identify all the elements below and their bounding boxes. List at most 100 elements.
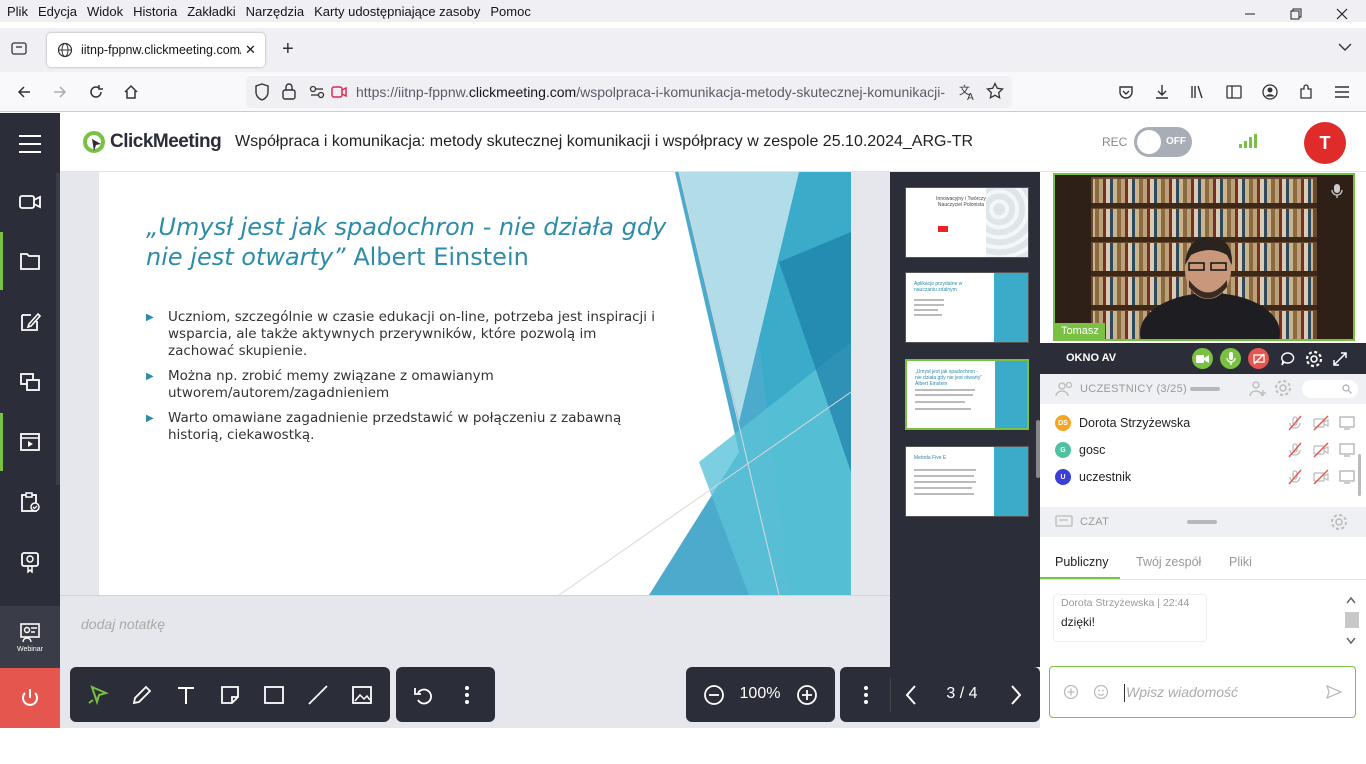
menu-help[interactable]: Pomoc [485, 4, 535, 19]
menu-history[interactable]: Historia [128, 4, 182, 19]
hamburger-icon [19, 135, 41, 153]
send-icon[interactable] [1325, 684, 1343, 703]
signal-strength-icon[interactable] [1238, 133, 1258, 152]
screen-icon [1339, 443, 1355, 457]
menu-edit[interactable]: Edycja [33, 4, 82, 19]
new-tab-button[interactable]: + [282, 38, 294, 61]
chat-message-input[interactable]: Wpisz wiadomość [1049, 666, 1356, 718]
list-tabs-icon[interactable] [1338, 40, 1352, 55]
thumbnail-slide-3[interactable]: „Umysł jest jak spadochron - nie działa … [905, 359, 1029, 430]
sidebar-item-webinar[interactable]: Webinar [0, 606, 60, 668]
sidebar-item-media[interactable] [0, 413, 60, 471]
back-button[interactable] [14, 82, 34, 102]
home-button[interactable] [121, 82, 141, 102]
sidebar-toggle-icon[interactable] [1224, 82, 1244, 102]
line-tool-button[interactable] [304, 681, 332, 709]
participant-row[interactable]: G gosc [1055, 437, 1355, 463]
presenter-video[interactable]: Tomasz [1053, 173, 1355, 341]
pencil-icon [132, 685, 152, 705]
recording-toggle[interactable]: OFF [1134, 127, 1192, 157]
next-page-button[interactable] [1002, 681, 1030, 709]
participants-settings-icon[interactable] [1274, 379, 1292, 400]
camera-toggle-button[interactable] [1192, 348, 1213, 369]
user-avatar[interactable]: T [1304, 122, 1346, 164]
participant-row[interactable]: U uczestnik [1055, 464, 1355, 490]
page-options-button[interactable] [852, 681, 880, 709]
slide-scrollbar[interactable] [56, 173, 60, 485]
emoji-icon[interactable] [1093, 684, 1109, 703]
account-icon[interactable] [1260, 82, 1280, 102]
menu-bookmarks[interactable]: Zakładki [182, 4, 240, 19]
text-icon [178, 687, 194, 704]
pocket-icon[interactable] [1116, 82, 1136, 102]
sidebar-item-whiteboard-cert[interactable] [0, 533, 60, 591]
translate-icon[interactable]: 文A [958, 83, 976, 104]
tab-overview-icon[interactable] [10, 40, 28, 59]
mic-toggle-button[interactable] [1220, 348, 1241, 369]
thumbnail-slide-1[interactable]: Innowacyjny i Twórczy Nauczyciel Polonis… [905, 187, 1029, 258]
minimize-button[interactable] [1227, 0, 1273, 28]
panel-resize-handle[interactable] [1187, 520, 1217, 524]
menu-view[interactable]: Widok [82, 4, 128, 19]
rec-label: REC [1102, 135, 1128, 149]
zoom-out-button[interactable] [700, 681, 728, 709]
lock-icon[interactable] [282, 83, 296, 103]
tab-files[interactable]: Pliki [1229, 555, 1252, 569]
pointer-tool-button[interactable] [84, 681, 112, 709]
tab-my-team[interactable]: Twój zespół [1136, 555, 1201, 569]
sidebar-item-screen-share[interactable] [0, 353, 60, 411]
chat-scroll-down[interactable] [1345, 634, 1359, 646]
sidebar-item-surveys[interactable] [0, 473, 60, 531]
previous-page-button[interactable] [897, 681, 925, 709]
participants-search-input[interactable] [1302, 380, 1358, 398]
text-tool-button[interactable] [172, 681, 200, 709]
tab-public[interactable]: Publiczny [1055, 555, 1109, 569]
zoom-in-button[interactable] [793, 681, 821, 709]
restore-button[interactable] [1273, 0, 1319, 28]
forward-button[interactable] [50, 82, 70, 102]
address-bar[interactable]: https://iitnp-fppnw.clickmeeting.com/wsp… [246, 76, 1012, 108]
leave-button[interactable] [0, 668, 60, 728]
reload-button[interactable] [86, 82, 106, 102]
screen-share-toggle-button[interactable] [1248, 348, 1269, 369]
chat-settings-icon[interactable] [1330, 513, 1348, 534]
thumbnail-slide-4[interactable]: Metoda Five E [905, 446, 1029, 517]
av-settings-button[interactable] [1303, 348, 1324, 369]
sticky-note-tool-button[interactable] [216, 681, 244, 709]
camera-sharing-icon[interactable] [331, 85, 347, 102]
sidebar-item-av[interactable] [0, 173, 60, 231]
permissions-icon[interactable] [309, 85, 325, 102]
notes-area[interactable]: dodaj notatkę [60, 595, 890, 667]
add-participant-icon[interactable] [1248, 379, 1268, 402]
menu-shared-tabs[interactable]: Karty udostępniające zasoby [309, 4, 485, 19]
chat-scroll-up[interactable] [1345, 593, 1359, 605]
library-icon[interactable] [1188, 82, 1208, 102]
chat-bubble-button[interactable] [1277, 348, 1298, 369]
tab-close-icon[interactable]: ✕ [245, 42, 256, 58]
image-tool-button[interactable] [348, 681, 376, 709]
sidebar-item-whiteboard[interactable] [0, 293, 60, 351]
hamburger-menu-icon[interactable] [1332, 82, 1352, 102]
more-options-button[interactable] [453, 681, 481, 709]
menu-file[interactable]: Plik [2, 4, 33, 19]
rectangle-tool-button[interactable] [260, 681, 288, 709]
participants-scrollbar[interactable] [1358, 454, 1361, 496]
downloads-icon[interactable] [1152, 82, 1172, 102]
thumbnail-slide-2[interactable]: Aplikacje przydatne w nauczaniu zdalnym [905, 272, 1029, 343]
bookmark-star-icon[interactable] [986, 81, 1004, 103]
close-window-button[interactable] [1319, 0, 1365, 28]
sidebar-item-files[interactable] [0, 232, 60, 290]
pencil-tool-button[interactable] [128, 681, 156, 709]
panel-resize-handle[interactable] [1190, 387, 1220, 391]
menu-tools[interactable]: Narzędzia [241, 4, 310, 19]
add-attachment-icon[interactable] [1063, 684, 1079, 703]
chat-scrollbar-thumb[interactable] [1345, 612, 1359, 628]
undo-button[interactable] [409, 681, 437, 709]
slide-bullet: Warto omawiane zagadnienie przedstawić w… [146, 410, 666, 444]
browser-tab[interactable]: iitnp-fppnw.clickmeeting.com/ ✕ [47, 33, 265, 67]
extensions-icon[interactable] [1296, 82, 1316, 102]
participant-row[interactable]: DS Dorota Strzyżewska [1055, 410, 1355, 436]
fullscreen-button[interactable] [1329, 348, 1350, 369]
shield-icon[interactable] [254, 83, 270, 104]
menu-toggle-button[interactable] [0, 115, 60, 173]
